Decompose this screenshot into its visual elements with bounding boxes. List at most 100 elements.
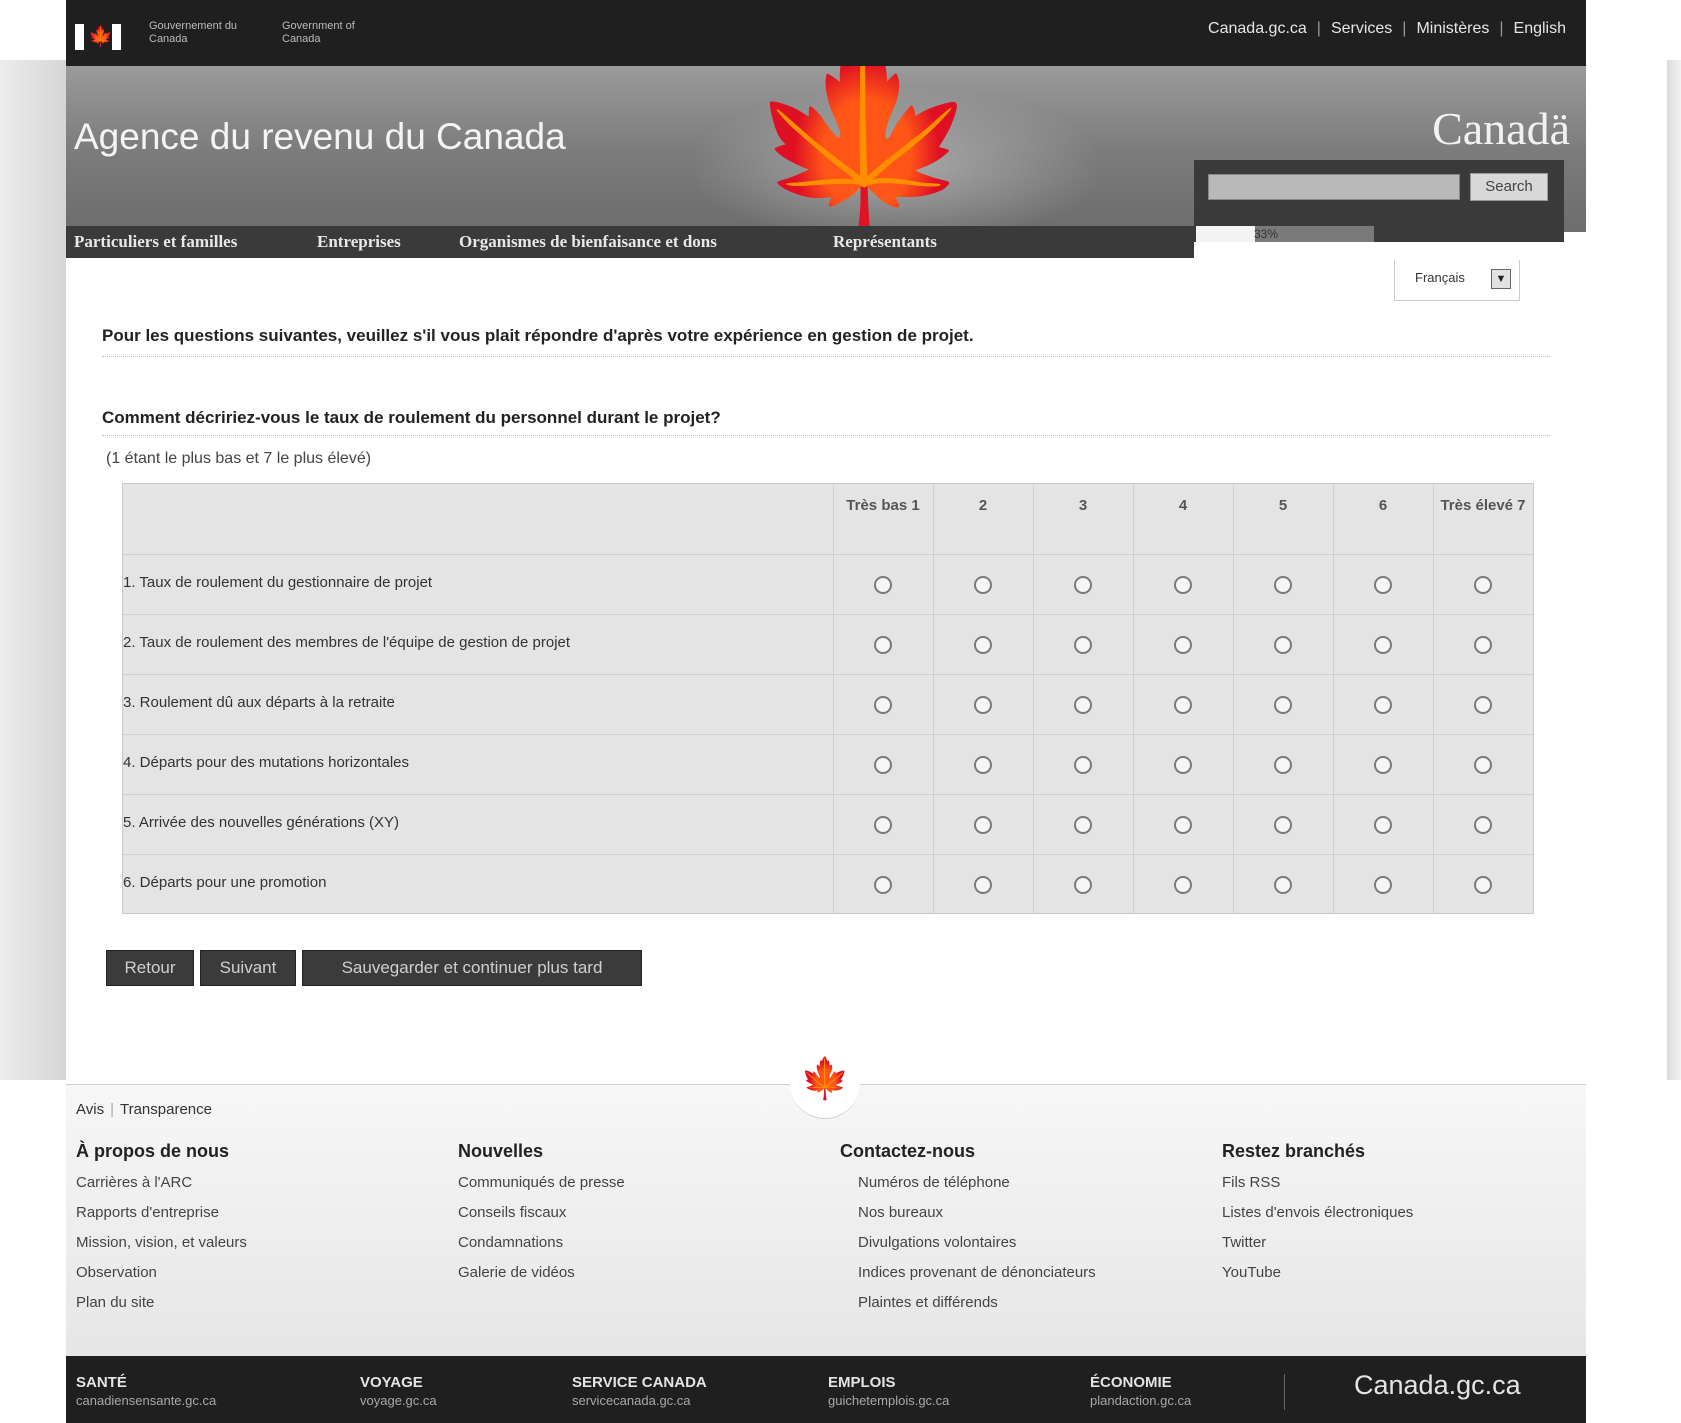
rating-radio[interactable] xyxy=(1274,576,1292,594)
rating-radio[interactable] xyxy=(1374,816,1392,834)
footer-link[interactable]: YouTube xyxy=(1222,1264,1572,1281)
gov-signature-en: Government of Canada xyxy=(282,20,355,45)
rating-radio[interactable] xyxy=(1074,696,1092,714)
link-english[interactable]: English xyxy=(1514,20,1566,37)
bottom-bar: SANTÉ canadiensensante.gc.ca VOYAGE voyage… xyxy=(66,1356,1586,1423)
chevron-down-icon[interactable]: ▼ xyxy=(1491,269,1511,289)
rating-radio[interactable] xyxy=(874,816,892,834)
footer-heading: Restez branchés xyxy=(1222,1141,1366,1161)
maple-leaf-icon: 🍁 xyxy=(746,66,983,232)
rating-radio[interactable] xyxy=(1274,756,1292,774)
rating-radio[interactable] xyxy=(1474,816,1492,834)
agency-title: Agence du revenu du Canada xyxy=(74,116,566,157)
link-services[interactable]: Services xyxy=(1331,20,1392,37)
survey-question: Comment décririez-vous le taux de roulem… xyxy=(102,408,721,427)
search-button[interactable]: Search xyxy=(1470,173,1548,201)
rating-radio[interactable] xyxy=(1174,816,1192,834)
bottom-item-emplois[interactable]: EMPLOIS guichetemplois.gc.ca xyxy=(828,1374,949,1408)
footer-link[interactable]: Nos bureaux xyxy=(840,1204,1190,1221)
rating-radio[interactable] xyxy=(1174,696,1192,714)
rating-radio[interactable] xyxy=(1074,636,1092,654)
link-avis[interactable]: Avis xyxy=(76,1101,104,1118)
language-select[interactable]: Français ▼ xyxy=(1394,260,1520,301)
link-ministeres[interactable]: Ministères xyxy=(1416,20,1489,37)
footer-link[interactable]: Twitter xyxy=(1222,1234,1572,1251)
link-canada-gc[interactable]: Canada.gc.ca xyxy=(1208,20,1307,37)
canada-gc-brand[interactable]: Canada.gc.ca xyxy=(1354,1370,1521,1401)
menu-entreprises[interactable]: Entreprises xyxy=(317,232,401,252)
link-transparence[interactable]: Transparence xyxy=(120,1101,212,1118)
rating-radio[interactable] xyxy=(1274,636,1292,654)
footer-link[interactable]: Fils RSS xyxy=(1222,1174,1572,1191)
rating-radio[interactable] xyxy=(1374,636,1392,654)
footer-link[interactable]: Indices provenant de dénonciateurs xyxy=(840,1264,1190,1281)
rating-radio[interactable] xyxy=(1374,696,1392,714)
rating-radio[interactable] xyxy=(1174,876,1192,894)
survey-intro: Pour les questions suivantes, veuillez s… xyxy=(102,326,974,345)
rating-radio[interactable] xyxy=(974,876,992,894)
rating-radio[interactable] xyxy=(1074,816,1092,834)
bottom-item-economie[interactable]: ÉCONOMIE plandaction.gc.ca xyxy=(1090,1374,1191,1408)
row-divider xyxy=(123,794,1533,795)
rating-radio[interactable] xyxy=(974,696,992,714)
rating-radio[interactable] xyxy=(974,576,992,594)
rating-radio[interactable] xyxy=(974,816,992,834)
search-input[interactable] xyxy=(1208,174,1460,200)
back-button[interactable]: Retour xyxy=(106,950,194,986)
rating-radio[interactable] xyxy=(1474,876,1492,894)
rating-radio[interactable] xyxy=(1474,576,1492,594)
footer-link[interactable]: Galerie de vidéos xyxy=(458,1264,808,1281)
footer-link[interactable]: Listes d'envois électroniques xyxy=(1222,1204,1572,1221)
footer-link[interactable]: Plaintes et différends xyxy=(840,1294,1190,1311)
bottom-item-voyage[interactable]: VOYAGE voyage.gc.ca xyxy=(360,1374,437,1408)
footer-col-connected: Restez branchés Fils RSS Listes d'envois… xyxy=(1222,1141,1572,1294)
rating-radio[interactable] xyxy=(1474,756,1492,774)
rating-radio[interactable] xyxy=(1074,576,1092,594)
rating-radio[interactable] xyxy=(1374,756,1392,774)
footer-maple-leaf-icon: 🍁 xyxy=(790,1048,860,1119)
rating-radio[interactable] xyxy=(874,756,892,774)
menu-representants[interactable]: Représentants xyxy=(833,232,937,252)
rating-radio[interactable] xyxy=(874,696,892,714)
footer-link[interactable]: Plan du site xyxy=(76,1294,426,1311)
rating-radio[interactable] xyxy=(1074,876,1092,894)
rating-radio[interactable] xyxy=(1374,576,1392,594)
menu-organismes[interactable]: Organismes de bienfaisance et dons xyxy=(459,232,717,252)
federal-identity-bar: 🍁 Gouvernement du Canada Government of C… xyxy=(66,0,1586,66)
page: 🍁 Gouvernement du Canada Government of C… xyxy=(66,0,1586,1423)
rating-radio[interactable] xyxy=(1274,816,1292,834)
rating-radio[interactable] xyxy=(974,756,992,774)
footer-link[interactable]: Condamnations xyxy=(458,1234,808,1251)
save-continue-later-button[interactable]: Sauvegarder et continuer plus tard xyxy=(302,950,642,986)
footer-link[interactable]: Carrières à l'ARC xyxy=(76,1174,426,1191)
rating-radio[interactable] xyxy=(874,636,892,654)
rating-radio[interactable] xyxy=(1174,576,1192,594)
footer-link[interactable]: Observation xyxy=(76,1264,426,1281)
row-label: 2. Taux de roulement des membres de l'éq… xyxy=(123,634,571,651)
footer-link[interactable]: Rapports d'entreprise xyxy=(76,1204,426,1221)
footer-link[interactable]: Communiqués de presse xyxy=(458,1174,808,1191)
footer-link[interactable]: Mission, vision, et valeurs xyxy=(76,1234,426,1251)
rating-radio[interactable] xyxy=(1174,636,1192,654)
rating-radio[interactable] xyxy=(1374,876,1392,894)
rating-radio[interactable] xyxy=(1274,876,1292,894)
footer-link[interactable]: Numéros de téléphone xyxy=(840,1174,1190,1191)
bottom-item-service-canada[interactable]: SERVICE CANADA servicecanada.gc.ca xyxy=(572,1374,707,1408)
main-menu: Particuliers et familles Entreprises Org… xyxy=(66,226,1194,258)
right-shadow xyxy=(1667,60,1681,1080)
rating-radio[interactable] xyxy=(1274,696,1292,714)
gov-signature-fr: Gouvernement du Canada xyxy=(149,20,238,45)
rating-radio[interactable] xyxy=(1474,696,1492,714)
rating-radio[interactable] xyxy=(1174,756,1192,774)
menu-particuliers[interactable]: Particuliers et familles xyxy=(74,232,237,252)
rating-radio[interactable] xyxy=(974,636,992,654)
rating-radio[interactable] xyxy=(1074,756,1092,774)
rating-radio[interactable] xyxy=(1474,636,1492,654)
footer-link[interactable]: Conseils fiscaux xyxy=(458,1204,808,1221)
progress-label: 33% xyxy=(1254,227,1279,241)
rating-radio[interactable] xyxy=(874,876,892,894)
rating-radio[interactable] xyxy=(874,576,892,594)
bottom-item-sante[interactable]: SANTÉ canadiensensante.gc.ca xyxy=(76,1374,216,1408)
footer-link[interactable]: Divulgations volontaires xyxy=(840,1234,1190,1251)
next-button[interactable]: Suivant xyxy=(200,950,296,986)
